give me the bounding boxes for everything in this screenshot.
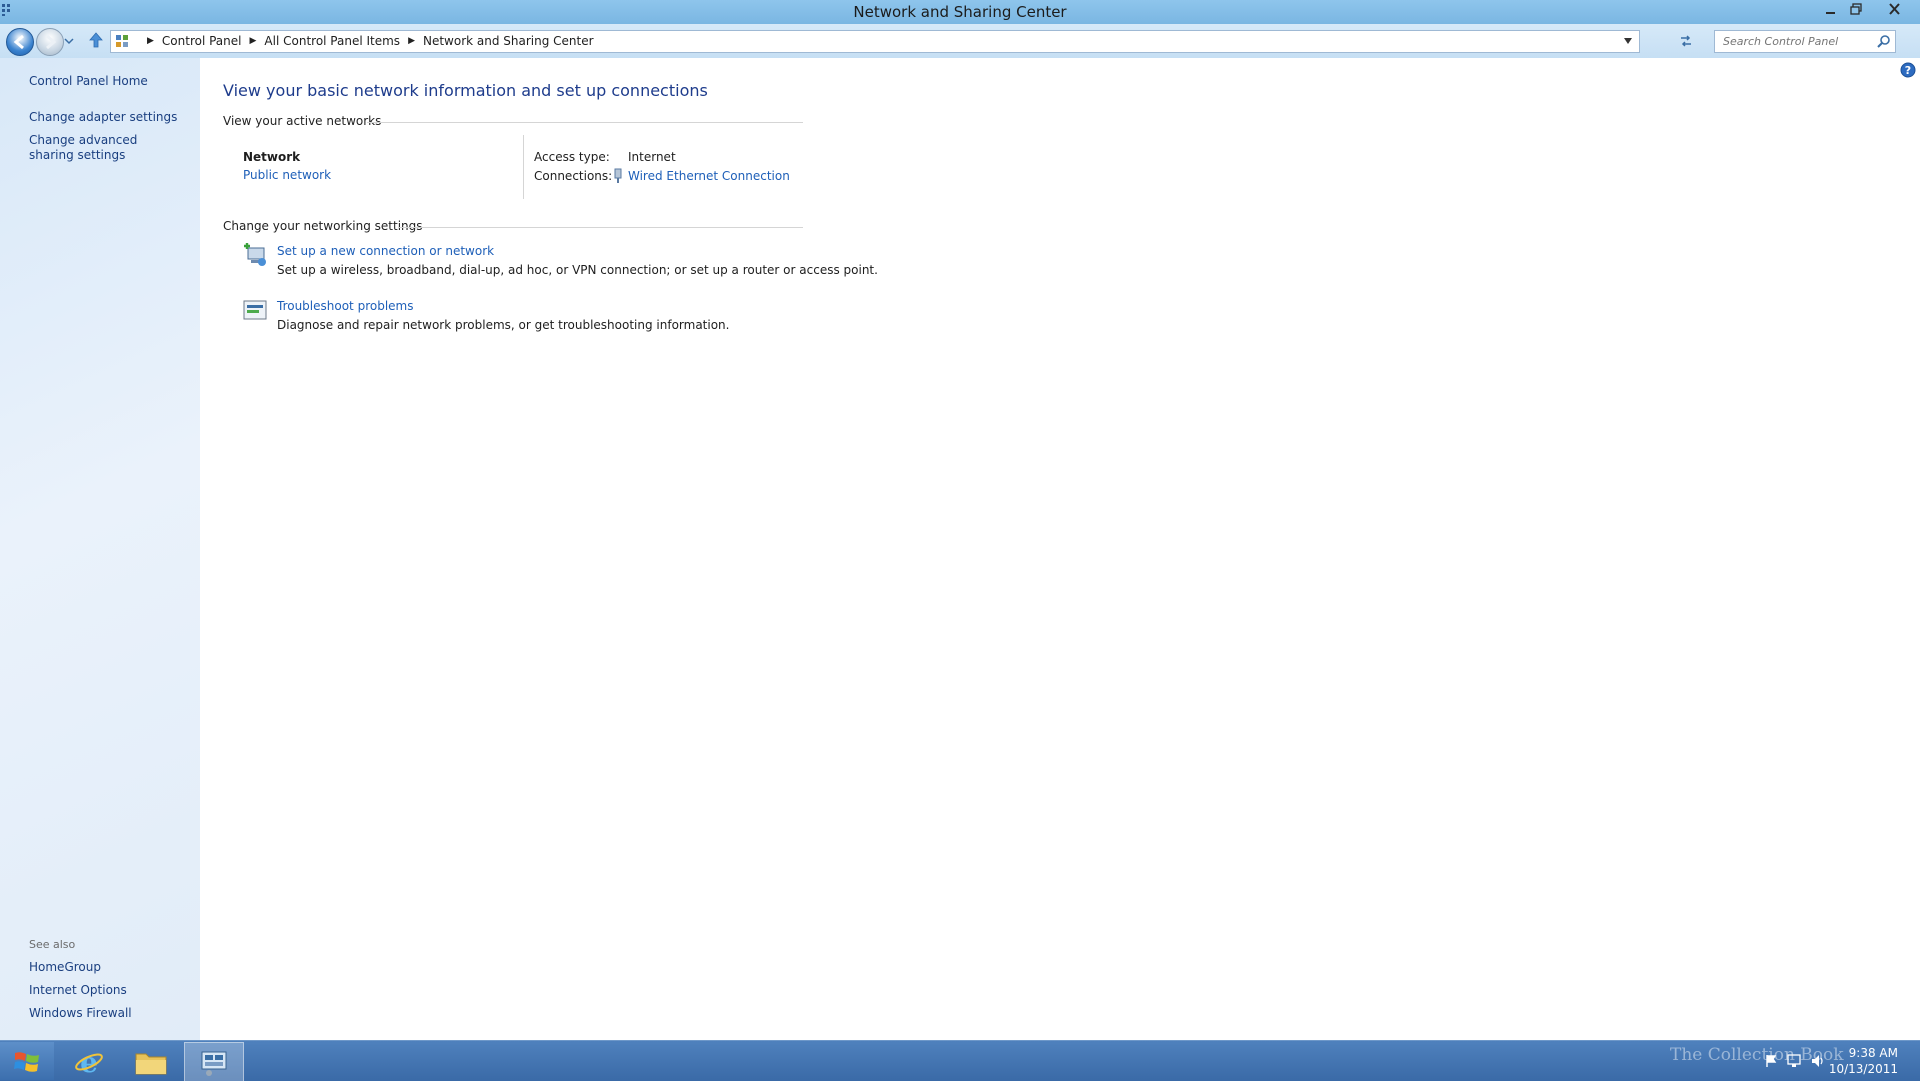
- up-arrow-icon[interactable]: [88, 31, 104, 49]
- close-button[interactable]: [1884, 1, 1906, 19]
- windows-firewall-link[interactable]: Windows Firewall: [29, 1006, 132, 1021]
- control-panel-home-link[interactable]: Control Panel Home: [29, 74, 148, 89]
- change-advanced-sharing-settings-link[interactable]: Change advanced sharing settings: [29, 133, 179, 163]
- windows-logo-icon: [14, 1052, 39, 1072]
- minimize-button[interactable]: [1819, 1, 1841, 19]
- vertical-divider: [523, 135, 524, 199]
- refresh-icon[interactable]: [1678, 33, 1694, 49]
- breadcrumb-separator-icon[interactable]: ▶: [145, 34, 156, 49]
- svg-text:?: ?: [1905, 64, 1911, 77]
- action-center-flag-icon[interactable]: [1764, 1054, 1778, 1068]
- internet-options-link[interactable]: Internet Options: [29, 983, 127, 998]
- navigation-bar: ▶ Control Panel ▶ All Control Panel Item…: [0, 24, 1920, 58]
- search-icon[interactable]: [1877, 34, 1891, 48]
- active-networks-heading: View your active networks: [223, 114, 382, 128]
- start-button[interactable]: [0, 1042, 54, 1080]
- change-adapter-settings-link[interactable]: Change adapter settings: [29, 110, 177, 125]
- help-icon[interactable]: ?: [1900, 62, 1916, 78]
- breadcrumb-control-panel[interactable]: Control Panel: [156, 34, 248, 49]
- ethernet-icon: [614, 168, 622, 183]
- control-panel-icon: [116, 35, 128, 47]
- back-button[interactable]: [6, 28, 34, 56]
- address-dropdown-icon[interactable]: [1623, 37, 1633, 45]
- homegroup-link[interactable]: HomeGroup: [29, 960, 101, 975]
- connections-label: Connections:: [534, 169, 613, 183]
- troubleshoot-icon: [243, 300, 267, 320]
- search-input[interactable]: [1721, 34, 1875, 49]
- network-sharing-icon: [201, 1051, 227, 1076]
- section-divider: [398, 227, 803, 228]
- left-navigation-pane: Control Panel Home Change adapter settin…: [0, 58, 200, 1040]
- network-category-link[interactable]: Public network: [243, 168, 331, 182]
- taskbar: e The Collection Book 9:38 AM 10/13/2011: [0, 1040, 1920, 1082]
- internet-explorer-taskbar-button[interactable]: e: [60, 1042, 118, 1080]
- setup-new-connection-description: Set up a wireless, broadband, dial-up, a…: [277, 263, 878, 277]
- window-title-bar: Network and Sharing Center: [0, 0, 1920, 24]
- file-explorer-taskbar-button[interactable]: [122, 1042, 180, 1080]
- main-content: ? View your basic network information an…: [200, 58, 1920, 1040]
- page-title: View your basic network information and …: [223, 81, 708, 100]
- section-divider: [367, 122, 803, 123]
- change-networking-settings-heading: Change your networking settings: [223, 219, 423, 233]
- search-box[interactable]: [1714, 30, 1896, 53]
- clock-time: 9:38 AM: [1848, 1046, 1898, 1060]
- address-bar[interactable]: ▶ Control Panel ▶ All Control Panel Item…: [110, 30, 1640, 53]
- breadcrumb-network-sharing-center[interactable]: Network and Sharing Center: [417, 34, 600, 49]
- forward-button[interactable]: [36, 28, 64, 56]
- svg-text:e: e: [80, 1047, 98, 1077]
- troubleshoot-problems-link[interactable]: Troubleshoot problems: [277, 299, 413, 313]
- troubleshoot-problems-description: Diagnose and repair network problems, or…: [277, 318, 730, 332]
- volume-icon[interactable]: [1810, 1053, 1826, 1069]
- wired-ethernet-connection-link[interactable]: Wired Ethernet Connection: [628, 169, 790, 183]
- network-name: Network: [243, 150, 301, 164]
- back-arrow-icon: [13, 34, 24, 50]
- breadcrumb-separator-icon[interactable]: ▶: [248, 34, 259, 49]
- see-also-label: See also: [29, 938, 76, 951]
- breadcrumb: ▶ Control Panel ▶ All Control Panel Item…: [145, 34, 600, 49]
- access-type-label: Access type:: [534, 150, 610, 164]
- forward-arrow-icon: [46, 34, 57, 50]
- system-clock[interactable]: 9:38 AM 10/13/2011: [1829, 1045, 1898, 1077]
- setup-new-connection-link[interactable]: Set up a new connection or network: [277, 244, 494, 258]
- restore-button[interactable]: [1845, 1, 1867, 19]
- internet-explorer-icon: e: [75, 1047, 103, 1077]
- new-connection-icon: [244, 243, 266, 266]
- access-type-value: Internet: [628, 150, 676, 164]
- network-tray-icon[interactable]: [1786, 1053, 1802, 1069]
- window-title: Network and Sharing Center: [853, 3, 1067, 21]
- breadcrumb-all-items[interactable]: All Control Panel Items: [258, 34, 406, 49]
- breadcrumb-separator-icon[interactable]: ▶: [406, 34, 417, 49]
- clock-date: 10/13/2011: [1828, 1062, 1898, 1076]
- recent-pages-chevron-icon[interactable]: [64, 36, 74, 46]
- folder-icon: [135, 1053, 167, 1075]
- control-panel-taskbar-button[interactable]: [184, 1042, 244, 1082]
